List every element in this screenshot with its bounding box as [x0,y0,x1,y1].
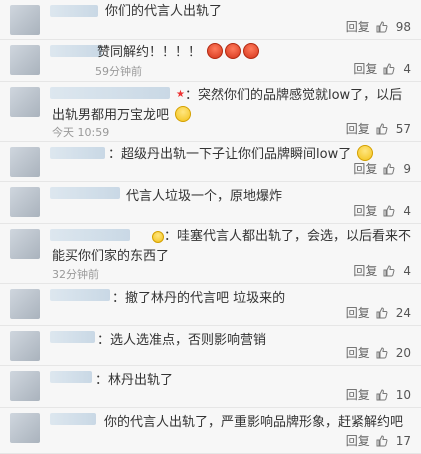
comment-item: ：选人选准点，否则影响营销 回复 20 [0,326,421,366]
like-count: 24 [395,305,411,320]
thumbs-up-icon[interactable] [376,20,388,33]
laugh-cry-face-icon [357,145,374,161]
comment-time: 32分钟前 [52,268,99,281]
comment-actions: 回复 17 [346,432,411,449]
thumbs-up-icon[interactable] [376,306,388,319]
reply-button[interactable]: 回复 [346,432,370,449]
angry-face-icon [207,43,224,59]
username-blurred[interactable] [50,45,102,57]
comment-item: ：林丹出轨了 回复 10 [0,366,421,408]
avatar[interactable] [10,331,40,361]
comment-item: ：超级丹出轨一下子让你们品牌瞬间low了 回复 9 [0,142,421,182]
avatar[interactable] [10,45,40,75]
comment-list: 你们的代言人出轨了 回复 98 赞同解约！！！！ 59分钟前 回复 4 ★：突然… [0,0,421,454]
comment-actions: 回复 10 [346,386,411,403]
username-blurred[interactable] [50,147,105,159]
thumbs-up-icon[interactable] [383,264,395,277]
reply-button[interactable]: 回复 [353,202,377,219]
thumbs-up-icon[interactable] [383,162,395,175]
comment-item: ★：突然你们的品牌感觉就low了，以后出轨男都用万宝龙吧 今天 10:59 回复… [0,82,421,142]
thumbs-up-icon[interactable] [383,62,395,75]
smile-face-icon [175,106,192,122]
reply-button[interactable]: 回复 [346,344,370,361]
comment-actions: 回复 4 [353,262,411,279]
thumbs-up-icon[interactable] [376,122,388,135]
like-count: 10 [395,387,411,402]
thumbs-up-icon[interactable] [376,388,388,401]
comment-actions: 回复 4 [353,60,411,77]
comment-text-body: ：哇塞代言人都出轨了，会选，以后看来不能买你们家的东西了 [52,229,412,264]
comment-actions: 回复 4 [353,202,411,219]
comment-item: 赞同解约！！！！ 59分钟前 回复 4 [0,40,421,82]
avatar[interactable] [10,187,40,217]
like-count: 9 [403,161,411,176]
comment-actions: 回复 9 [353,160,411,177]
thumbs-up-icon[interactable] [383,204,395,217]
like-count: 4 [403,61,411,76]
reply-button[interactable]: 回复 [353,60,377,77]
reply-button[interactable]: 回复 [353,262,377,279]
username-blurred[interactable] [50,187,120,199]
comment-actions: 回复 20 [346,344,411,361]
comment-item: 你的代言人出轨了，严重影响品牌形象，赶紧解约吧 回复 17 [0,408,421,454]
reply-button[interactable]: 回复 [353,160,377,177]
username-blurred[interactable] [50,413,96,425]
comment-text: 你的代言人出轨了，严重影响品牌形象，赶紧解约吧 [104,415,404,430]
avatar[interactable] [10,413,40,443]
avatar[interactable] [10,371,40,401]
comment-actions: 回复 57 [346,120,411,137]
comment-text-body: 赞同解约！！！！ [97,45,202,60]
star-icon: ★ [176,89,185,100]
comment-time: 今天 10:59 [52,126,110,139]
reply-button[interactable]: 回复 [346,18,370,35]
comment-time: 59分钟前 [95,65,142,78]
angry-face-icon [243,43,260,59]
username-blurred[interactable] [50,371,92,383]
comment-actions: 回复 24 [346,304,411,321]
username-blurred[interactable] [50,331,95,343]
like-count: 98 [395,19,411,34]
avatar[interactable] [10,87,40,117]
username-blurred[interactable] [50,5,98,17]
comment-item: 代言人垃圾一个，原地爆炸 回复 4 [0,182,421,224]
thumbs-up-icon[interactable] [376,434,388,447]
comment-text-body: ：超级丹出轨一下子让你们品牌瞬间low了 [108,147,352,162]
like-count: 57 [395,121,411,136]
reply-button[interactable]: 回复 [346,386,370,403]
comment-item: ：哇塞代言人都出轨了，会选，以后看来不能买你们家的东西了 32分钟前 回复 4 [0,224,421,284]
comment-item: ：撤了林丹的代言吧 垃圾来的 回复 24 [0,284,421,326]
comment-text-body: ：突然你们的品牌感觉就low了，以后出轨男都用万宝龙吧 [52,88,403,123]
reply-button[interactable]: 回复 [346,304,370,321]
wow-face-icon [152,231,164,243]
avatar[interactable] [10,147,40,177]
comment-item: 你们的代言人出轨了 回复 98 [0,0,421,40]
avatar[interactable] [10,5,40,35]
comment-actions: 回复 98 [346,18,411,35]
reply-button[interactable]: 回复 [346,120,370,137]
thumbs-up-icon[interactable] [376,346,388,359]
like-count: 17 [395,433,411,448]
like-count: 4 [403,203,411,218]
username-blurred[interactable] [50,289,110,301]
like-count: 4 [403,263,411,278]
avatar[interactable] [10,229,40,259]
comment-text: ：哇塞代言人都出轨了，会选，以后看来不能买你们家的东西了 [52,227,411,267]
like-count: 20 [395,345,411,360]
avatar[interactable] [10,289,40,319]
angry-face-icon [225,43,242,59]
